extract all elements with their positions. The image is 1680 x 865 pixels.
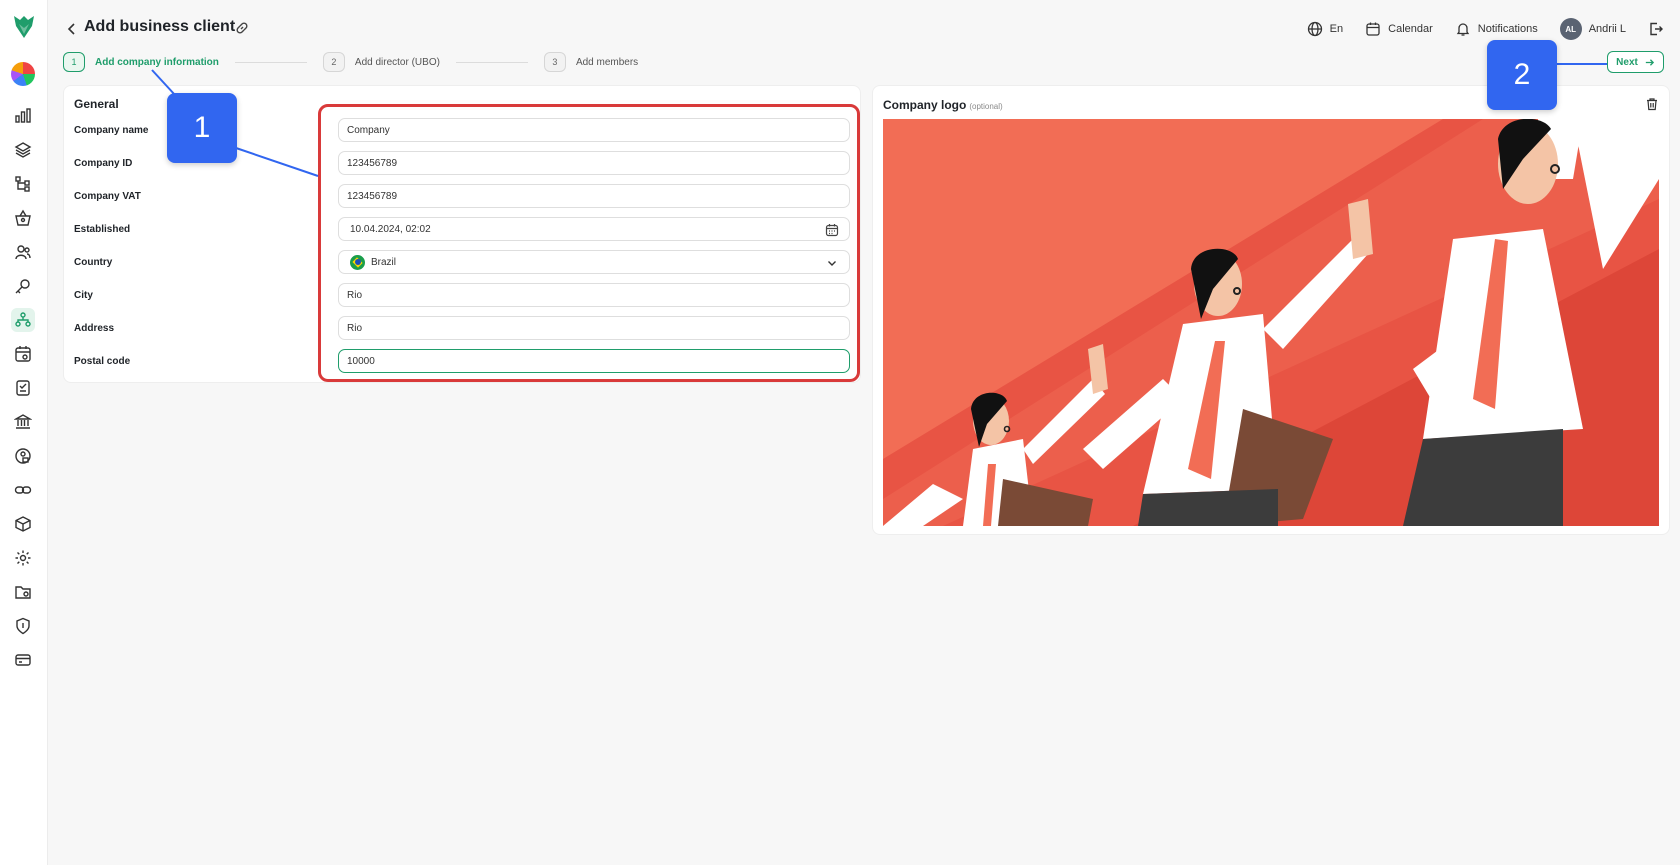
step-number: 2 (322, 52, 345, 72)
established-value: 10.04.2024, 02:02 (350, 223, 431, 235)
country-value: Brazil (371, 256, 397, 268)
card-icon[interactable] (11, 648, 35, 672)
bell-icon (1456, 23, 1469, 36)
step-number: 3 (543, 52, 566, 72)
analytics-icon[interactable] (11, 104, 35, 128)
country-select[interactable]: Brazil (338, 250, 850, 274)
address-value: Rio (347, 322, 363, 334)
postal-code-value: 10000 (347, 355, 375, 367)
link-chain-icon[interactable] (11, 478, 35, 502)
step-divider (455, 61, 528, 63)
country-label: Country (74, 257, 113, 268)
users-icon[interactable] (11, 240, 35, 264)
step-label: Add company information (95, 56, 219, 68)
company-vat-label: Company VAT (74, 191, 141, 202)
layers-icon[interactable] (11, 138, 35, 162)
stepper: 1 Add company information 2 Add director… (63, 52, 638, 72)
step-members[interactable]: 3 Add members (543, 52, 639, 72)
company-logo-card: Company logo (optional) (872, 85, 1670, 535)
city-value: Rio (347, 289, 363, 301)
copy-link-icon[interactable] (234, 20, 250, 36)
established-date-field[interactable]: 10.04.2024, 02:02 (338, 217, 850, 241)
brand-logo-icon[interactable] (12, 14, 36, 40)
back-icon[interactable] (66, 22, 78, 36)
header-actions: En Calendar Notifications AL Andrii L (1307, 18, 1664, 40)
shield-icon[interactable] (11, 614, 35, 638)
address-label: Address (74, 323, 115, 334)
calendar-link[interactable]: Calendar (1365, 21, 1433, 37)
calendar-icon (1366, 22, 1380, 36)
step-label: Add director (UBO) (354, 56, 440, 68)
step-label: Add members (575, 56, 639, 68)
optional-hint: (optional) (969, 102, 1003, 111)
company-vat-value: 123456789 (347, 190, 398, 202)
hierarchy-icon[interactable] (11, 172, 35, 196)
company-logo-image[interactable] (883, 119, 1659, 526)
avatar: AL (1559, 18, 1582, 40)
postal-code-label: Postal code (74, 356, 131, 367)
logout-icon[interactable] (1648, 21, 1664, 37)
settings-icon[interactable] (11, 546, 35, 570)
address-field[interactable]: Rio (338, 316, 850, 340)
step-director-ubo[interactable]: 2 Add director (UBO) (322, 52, 440, 72)
chevron-down-icon (828, 261, 836, 266)
company-vat-field[interactable]: 123456789 (338, 184, 850, 208)
network-icon[interactable] (11, 308, 35, 332)
checklist-icon[interactable] (11, 376, 35, 400)
calendar-label: Calendar (1388, 23, 1433, 35)
established-label: Established (74, 224, 131, 235)
annotation-callout-1: 1 (167, 93, 237, 163)
bank-icon[interactable] (11, 410, 35, 434)
calendar-icon[interactable] (825, 223, 839, 237)
trash-icon[interactable] (1645, 97, 1659, 111)
sidebar (0, 0, 48, 865)
city-label: City (74, 290, 93, 301)
city-field[interactable]: Rio (338, 283, 850, 307)
company-name-field[interactable]: Company (338, 118, 850, 142)
user-menu[interactable]: AL Andrii L (1559, 18, 1626, 40)
folder-icon[interactable] (11, 580, 35, 604)
user-lock-icon[interactable] (11, 444, 35, 468)
brazil-flag-icon (350, 254, 365, 270)
step-number: 1 (63, 52, 85, 72)
postal-code-field[interactable]: 10000 (338, 349, 850, 373)
notifications-label: Notifications (1477, 23, 1538, 35)
page-title: Add business client (84, 18, 236, 35)
arrow-right-icon (1645, 58, 1654, 66)
annotation-callout-2: 2 (1487, 40, 1557, 110)
company-name-label: Company name (74, 125, 149, 136)
calendar-settings-icon[interactable] (11, 342, 35, 366)
company-id-value: 123456789 (347, 157, 398, 169)
basket-icon[interactable] (11, 206, 35, 230)
language-label: En (1329, 23, 1344, 35)
user-name: Andrii L (1588, 23, 1626, 35)
next-button[interactable]: Next (1607, 51, 1664, 73)
next-label: Next (1616, 56, 1638, 68)
logo-title-text: Company logo (883, 98, 967, 112)
box-icon[interactable] (11, 512, 35, 536)
language-switcher[interactable]: En (1307, 21, 1343, 37)
company-id-field[interactable]: 123456789 (338, 151, 850, 175)
step-divider (234, 61, 307, 63)
general-title: General (74, 97, 119, 111)
step-company-information[interactable]: 1 Add company information (63, 52, 219, 72)
company-id-label: Company ID (74, 158, 133, 169)
globe-icon (1307, 21, 1322, 37)
key-icon[interactable] (11, 274, 35, 298)
dashboard-pie-icon[interactable] (11, 62, 35, 86)
company-name-value: Company (347, 124, 390, 136)
company-logo-title: Company logo (optional) (883, 98, 1003, 112)
notifications-link[interactable]: Notifications (1455, 21, 1538, 37)
